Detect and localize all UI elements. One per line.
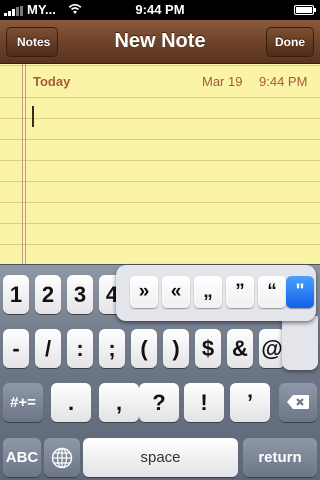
return-key[interactable]: return <box>243 438 317 477</box>
status-bar: MY... 9:44 PM <box>0 0 320 20</box>
symbols-shift-key[interactable]: #+= <box>3 383 43 422</box>
battery-icon <box>294 5 316 15</box>
note-date: Mar 19 <box>202 74 243 89</box>
delete-key[interactable] <box>279 383 317 422</box>
key-period[interactable]: . <box>51 383 91 422</box>
margin-line <box>25 64 26 264</box>
key-exclamation[interactable]: ! <box>184 383 224 422</box>
alt-key-left-double-quote[interactable]: “ <box>258 276 286 308</box>
abc-key[interactable]: ABC <box>3 438 41 477</box>
key-question[interactable]: ? <box>139 383 179 422</box>
back-button-label: Notes <box>17 35 51 49</box>
space-bar[interactable]: space <box>83 438 238 477</box>
popup-stem <box>282 316 318 370</box>
key-close-paren[interactable]: ) <box>163 329 189 368</box>
globe-icon <box>51 447 73 469</box>
margin-line <box>22 64 23 264</box>
globe-key[interactable] <box>44 438 80 477</box>
quote-alternates-popup: » « „ ” “ " <box>116 265 316 321</box>
key-dollar[interactable]: $ <box>195 329 221 368</box>
key-ampersand[interactable]: & <box>227 329 253 368</box>
key-slash[interactable]: / <box>35 329 61 368</box>
key-semicolon[interactable]: ; <box>99 329 125 368</box>
key-3[interactable]: 3 <box>67 275 93 314</box>
key-1[interactable]: 1 <box>3 275 29 314</box>
note-day: Today <box>33 74 71 89</box>
note-editor[interactable]: Today Mar 19 9:44 PM <box>0 64 320 264</box>
key-apostrophe[interactable]: ’ <box>230 383 270 422</box>
key-colon[interactable]: : <box>67 329 93 368</box>
key-comma[interactable]: , <box>99 383 139 422</box>
delete-backspace-icon <box>287 395 309 409</box>
alt-key-straight-double-quote[interactable]: " <box>286 276 314 308</box>
status-time: 9:44 PM <box>135 2 185 17</box>
navigation-bar: Notes New Note Done <box>0 20 320 64</box>
note-time: 9:44 PM <box>259 74 308 89</box>
alt-key-left-guillemet[interactable]: « <box>162 276 190 308</box>
key-2[interactable]: 2 <box>35 275 61 314</box>
text-cursor <box>32 106 34 127</box>
alt-key-low-double-quote[interactable]: „ <box>194 276 222 308</box>
key-open-paren[interactable]: ( <box>131 329 157 368</box>
alt-key-right-guillemet[interactable]: » <box>130 276 158 308</box>
done-button[interactable]: Done <box>266 27 314 57</box>
key-hyphen[interactable]: - <box>3 329 29 368</box>
alt-key-right-double-quote[interactable]: ” <box>226 276 254 308</box>
